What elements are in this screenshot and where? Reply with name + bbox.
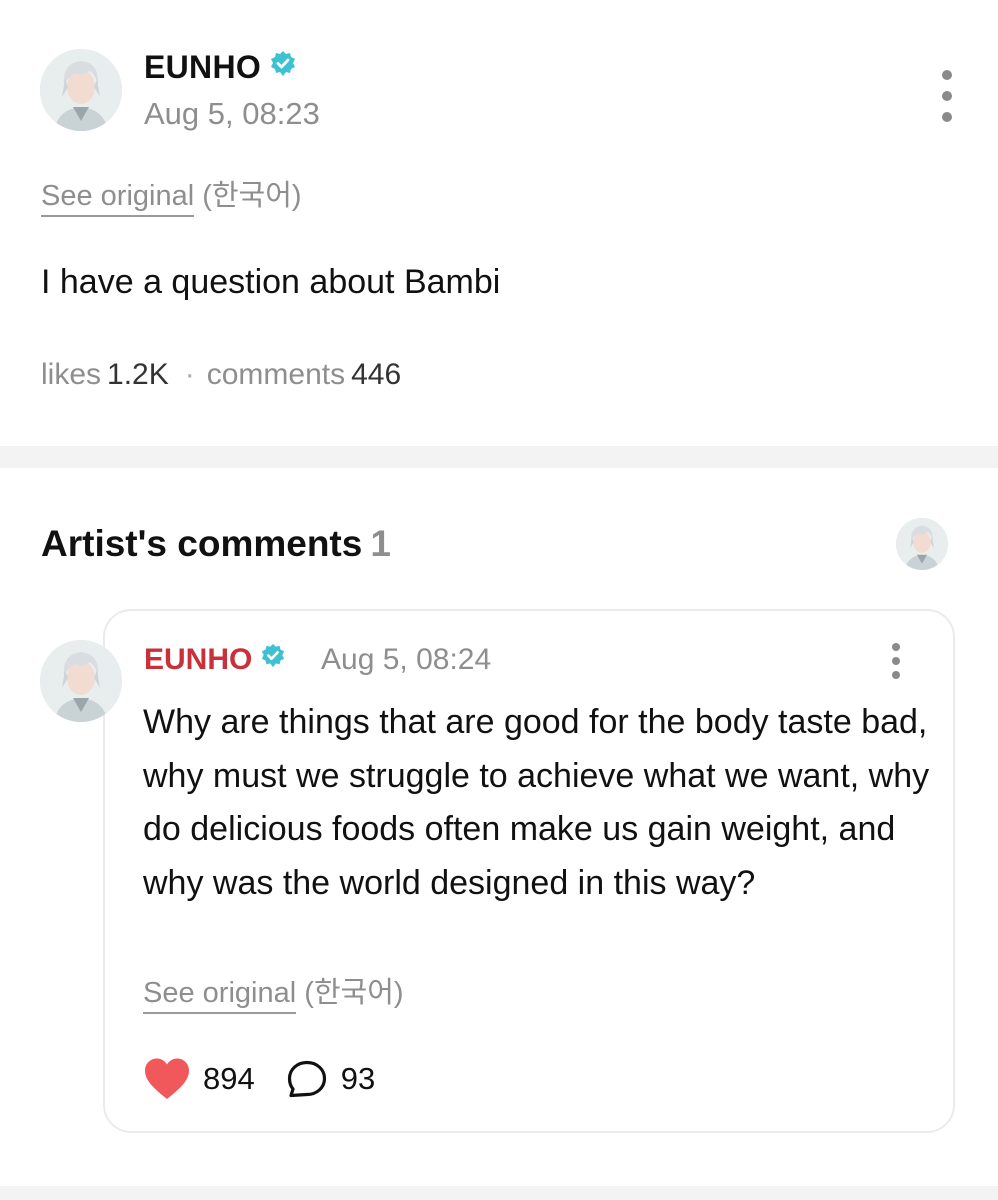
comment-body: Why are things that are good for the bod… <box>143 703 930 902</box>
comment-author-name-text[interactable]: EUNHO <box>144 642 252 678</box>
comment-actions: 894 93 <box>143 1056 375 1102</box>
artist-avatar[interactable] <box>896 518 948 570</box>
comment-timestamp: Aug 5, 08:24 <box>321 643 492 676</box>
likes-count: 1.2K <box>107 358 169 391</box>
post-timestamp: Aug 5, 08:23 <box>144 96 320 131</box>
comment-original-language: (한국어) <box>304 977 404 1009</box>
stats-separator: · <box>184 358 195 391</box>
artist-comments-title: Artist's comments 1 <box>41 522 391 566</box>
bottom-divider <box>0 1186 998 1200</box>
see-original: See original (한국어) <box>41 178 302 217</box>
verified-badge-icon <box>269 48 297 86</box>
section-divider <box>0 446 998 468</box>
post-body: I have a question about Bambi <box>41 263 501 301</box>
comment-more-options-icon[interactable] <box>885 643 907 679</box>
comment-author-name[interactable]: EUNHO <box>144 642 286 678</box>
dot <box>942 112 952 122</box>
heart-icon[interactable] <box>143 1057 191 1101</box>
speech-bubble-icon[interactable] <box>287 1060 327 1098</box>
reply-count: 93 <box>340 1061 376 1096</box>
dot <box>892 657 900 665</box>
comments-label: comments <box>206 358 346 391</box>
original-language: (한국어) <box>202 180 302 212</box>
author-name[interactable]: EUNHO <box>144 48 297 86</box>
comment-see-original-link[interactable]: See original <box>143 977 297 1014</box>
dot <box>942 70 952 80</box>
comment-see-original: See original (한국어) <box>143 975 404 1014</box>
likes-label: likes <box>41 358 102 391</box>
comment-author-avatar[interactable] <box>40 640 122 722</box>
verified-badge-icon <box>260 642 286 678</box>
artist-comments-count: 1 <box>370 523 391 564</box>
author-name-text[interactable]: EUNHO <box>144 48 261 86</box>
see-original-link[interactable]: See original <box>41 180 195 217</box>
more-options-icon[interactable] <box>930 70 964 122</box>
dot <box>892 671 900 679</box>
post: EUNHO Aug 5, 08:23 See original (한국어) I … <box>0 0 998 446</box>
post-stats: likes 1.2K · comments 446 <box>41 357 401 393</box>
comments-count: 446 <box>351 358 402 391</box>
dot <box>892 643 900 651</box>
dot <box>942 91 952 101</box>
author-avatar[interactable] <box>40 49 122 131</box>
like-count: 894 <box>203 1061 255 1096</box>
artist-comments-label: Artist's comments <box>41 523 363 564</box>
